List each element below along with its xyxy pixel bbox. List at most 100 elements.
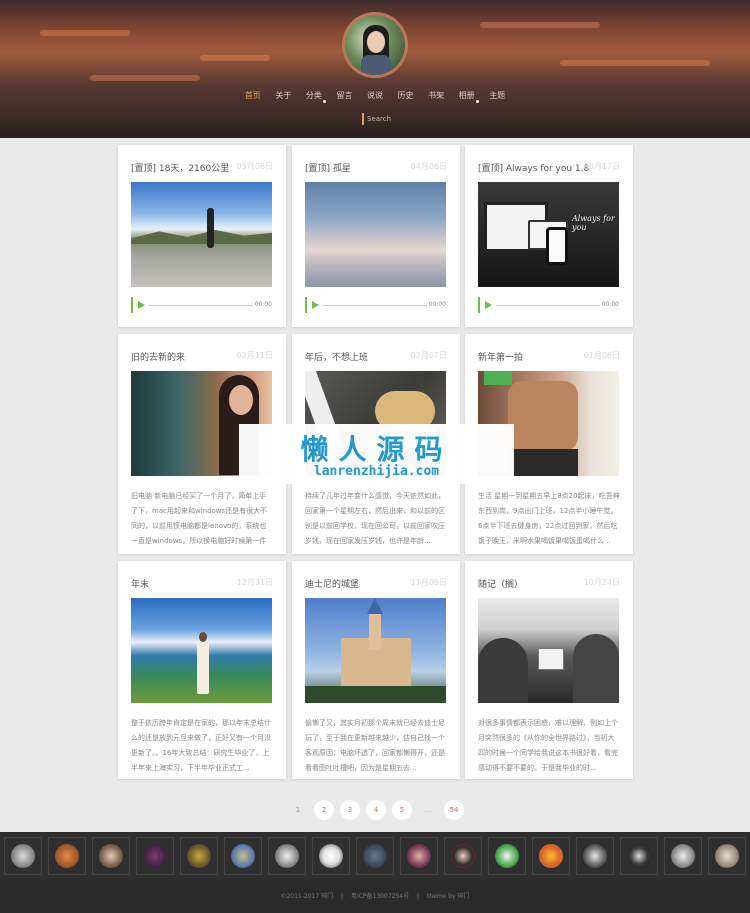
post-date: 10月24日 (583, 578, 620, 587)
friend-avatar[interactable] (48, 837, 86, 875)
cloud-decoration (200, 55, 270, 61)
post-card[interactable]: [置顶] 孤星 04月06日 00:00 (292, 145, 460, 327)
post-image-lake-girl[interactable] (131, 598, 272, 703)
page-link-last[interactable]: 54 (444, 800, 464, 820)
post-date: 08月17日 (583, 162, 620, 171)
search-input[interactable] (362, 113, 442, 125)
friend-avatar[interactable] (136, 837, 174, 875)
friend-avatar[interactable] (356, 837, 394, 875)
post-title[interactable]: 旧的去新的来 (131, 350, 185, 363)
post-title[interactable]: 随记（搁） (478, 577, 523, 590)
audio-progress-track[interactable] (496, 305, 600, 306)
post-card[interactable]: 随记（搁） 10月24日 对很多事情都表示困惑，难以理解，例如上个月突然很多的《… (465, 561, 633, 779)
post-title[interactable]: 年末 (131, 577, 149, 590)
audio-progress-track[interactable] (323, 305, 427, 306)
footer-separator: | (341, 893, 344, 900)
audio-volume-bar[interactable] (131, 297, 133, 313)
friend-avatar[interactable] (92, 837, 130, 875)
friend-avatar[interactable] (620, 837, 658, 875)
cloud-decoration (480, 22, 600, 28)
page-link[interactable]: 4 (366, 800, 386, 820)
nav-item-bookshelf[interactable]: 书架 (428, 90, 444, 101)
post-date: 02月11日 (236, 351, 273, 360)
post-image-bw-village[interactable] (478, 598, 619, 703)
nav-item-about[interactable]: 关于 (275, 90, 291, 101)
post-title[interactable]: [置顶] 18天，2160公里 (131, 161, 229, 174)
post-excerpt: 生活 星期一到星期五早上8点20起床，吃吾神东西到岗，9点出门上班，12点半小睡… (478, 492, 620, 545)
friend-avatar[interactable] (532, 837, 570, 875)
post-card[interactable]: [置顶] Always for you 1.8 08月17日 Always fo… (465, 145, 633, 327)
post-card[interactable]: 年末 12月31日 整于依历跨年肯定是在家的，那以年末总结什么的还是放到元旦来做… (118, 561, 286, 779)
footer-copyright: ©2011-2017 碎门 (280, 893, 334, 900)
author-avatar[interactable] (342, 12, 408, 78)
post-excerpt: 对很多事情都表示困惑，难以理解，例如上个月突然很多的《从你的全世界路过》，当初大… (478, 719, 618, 772)
friend-avatar[interactable] (444, 837, 482, 875)
nav-item-album[interactable]: 相册 (459, 90, 479, 103)
post-date: 02月07日 (410, 351, 447, 360)
page-link[interactable]: 5 (392, 800, 412, 820)
page-link[interactable]: 2 (314, 800, 334, 820)
nav-item-guestbook[interactable]: 留言 (336, 90, 352, 101)
watermark-title: 懒人源码 (300, 433, 453, 466)
post-excerpt: 旧电脑 新电脑已经买了一个月了，简单上手了下，mac用起来和windows还是有… (131, 492, 268, 545)
friend-avatar[interactable] (180, 837, 218, 875)
nav-item-category[interactable]: 分类 (306, 90, 326, 103)
audio-time: 00:00 (601, 301, 619, 308)
audio-progress-track[interactable] (149, 305, 253, 306)
audio-player: 00:00 (305, 297, 446, 313)
friend-avatar[interactable] (400, 837, 438, 875)
cloud-decoration (40, 30, 130, 36)
site-footer: ©2011-2017 碎门 | 粤ICP备13007254号 | theme b… (0, 880, 750, 913)
friend-avatar[interactable] (268, 837, 306, 875)
play-icon[interactable] (138, 301, 145, 309)
post-title[interactable]: [置顶] Always for you 1.8 (478, 161, 589, 174)
post-card[interactable]: 迪士尼的城堡 11月09日 偷懒了又，其实月初那个周末就已经去迪士尼玩了，至于我… (292, 561, 460, 779)
post-image-road-landscape[interactable] (131, 182, 272, 287)
audio-volume-bar[interactable] (478, 297, 480, 313)
audio-player: 00:00 (131, 297, 272, 313)
play-icon[interactable] (312, 301, 319, 309)
post-image-castle[interactable] (305, 598, 446, 703)
post-title[interactable]: 迪士尼的城堡 (305, 577, 359, 590)
post-title[interactable]: 新年第一拍 (478, 350, 523, 363)
friend-avatar[interactable] (488, 837, 526, 875)
watermark-logo: 懒人源码 lanrenzhijia.com (239, 424, 514, 484)
nav-item-theme[interactable]: 主题 (489, 90, 505, 101)
audio-time: 00:00 (254, 301, 272, 308)
friend-avatar[interactable] (576, 837, 614, 875)
cloud-decoration (90, 75, 200, 81)
post-excerpt: 偷懒了又，其实月初那个周末就已经去迪士尼玩了，至于我在更新越来越少，估自己找一个… (305, 719, 445, 772)
play-icon[interactable] (485, 301, 492, 309)
post-card[interactable]: [置顶] 18天，2160公里 05月06日 00:00 (118, 145, 286, 327)
post-date: 11月09日 (410, 578, 447, 587)
post-title[interactable]: [置顶] 孤星 (305, 161, 351, 174)
post-image-theme-devices[interactable]: Always for you (478, 182, 619, 287)
nav-item-history[interactable]: 历史 (398, 90, 414, 101)
page-link[interactable]: 3 (340, 800, 360, 820)
audio-volume-bar[interactable] (305, 297, 307, 313)
post-date: 04月06日 (410, 162, 447, 171)
pagination: 1 2 3 4 5 ... 54 (0, 800, 750, 820)
footer-separator: | (417, 893, 420, 900)
friend-avatar[interactable] (708, 837, 746, 875)
footer-icp-link[interactable]: 粤ICP备13007254号 (351, 893, 409, 900)
cloud-decoration (560, 60, 710, 66)
footer-theme-link[interactable]: theme by 碎门 (427, 893, 470, 900)
watermark-url: lanrenzhijia.com (313, 464, 440, 479)
audio-time: 00:00 (428, 301, 446, 308)
friend-avatar[interactable] (224, 837, 262, 875)
friend-avatar[interactable] (4, 837, 42, 875)
page-ellipsis: ... (424, 806, 432, 814)
page-current: 1 (295, 806, 301, 814)
friend-links (0, 832, 750, 880)
friend-avatar[interactable] (312, 837, 350, 875)
audio-player: 00:00 (478, 297, 619, 313)
post-title[interactable]: 年后，不想上班 (305, 350, 368, 363)
post-excerpt: 持续了几年过年变什么感觉，今天依然如此，回家第一个星期左右，然后出来，和以前的区… (305, 492, 445, 545)
nav-item-talk[interactable]: 说说 (367, 90, 383, 101)
post-image-cloud-sea[interactable] (305, 182, 446, 287)
friend-avatar[interactable] (664, 837, 702, 875)
post-date: 12月31日 (236, 578, 273, 587)
nav-item-home[interactable]: 首页 (245, 90, 261, 101)
post-excerpt: 整于依历跨年肯定是在家的，那以年末总结什么的还是放到元旦来做了，正好又有一个月没… (131, 719, 271, 772)
